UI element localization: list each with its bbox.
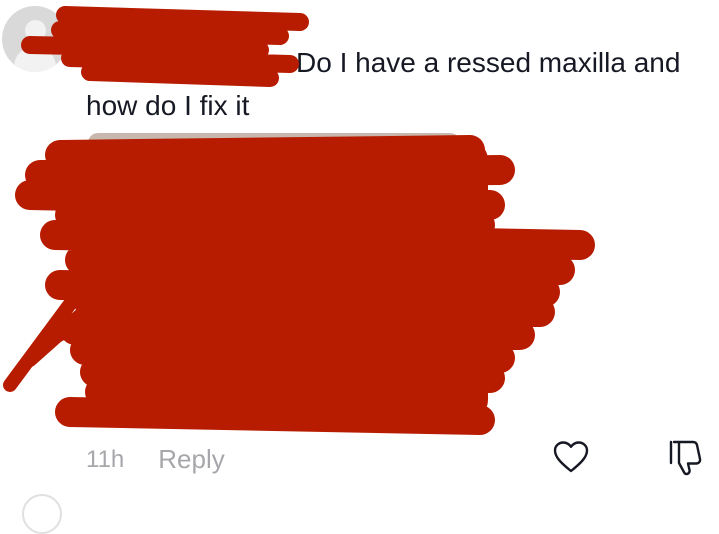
avatar-body xyxy=(14,46,56,72)
comment-meta: 11h Reply xyxy=(86,444,225,475)
heart-outline-icon[interactable] xyxy=(553,440,589,474)
comment-text-line-1: Do I have a ressed maxilla and xyxy=(296,47,681,78)
comment-image[interactable] xyxy=(88,133,460,411)
avatar-head xyxy=(25,20,46,41)
thumbs-down-outline-icon[interactable] xyxy=(666,437,706,477)
comment-timestamp: 11h xyxy=(86,445,125,473)
reply-button[interactable]: Reply xyxy=(158,444,224,475)
commenter-avatar[interactable] xyxy=(2,6,68,72)
next-comment-avatar[interactable] xyxy=(22,494,62,534)
comment-text-line-2: how do I fix it xyxy=(86,90,250,121)
